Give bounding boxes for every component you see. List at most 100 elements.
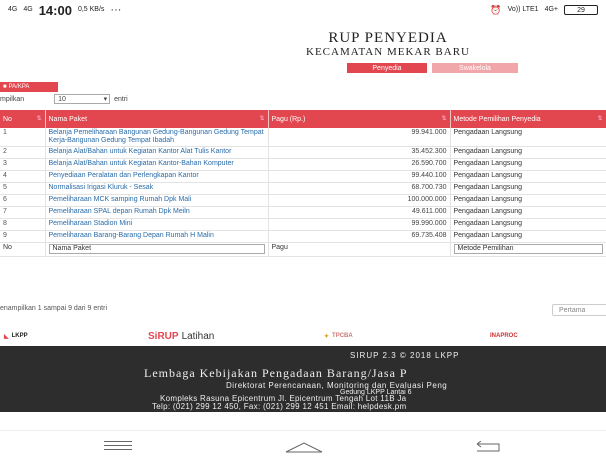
battery-level: 29 (577, 6, 585, 14)
footer-no: No (0, 242, 46, 257)
sort-icon: ⇅ (259, 116, 265, 122)
row-metode: Pengadaan Langsung (450, 158, 606, 171)
row-pagu: 68.700.730 (268, 182, 451, 195)
header-pagu[interactable]: Pagu (Rp.) ⇅ (268, 110, 451, 128)
row-no: 6 (0, 194, 46, 207)
status-bar: 4G 4G 14:00 0,5 KB/s ··· ⏰ Vo)) LTE1 4G+… (0, 0, 606, 20)
footer-pagu: Pagu (268, 242, 451, 257)
tab-swakelola[interactable]: Swakelola (432, 63, 518, 73)
row-paket-link[interactable]: Penyediaan Peralatan dan Perlengkapan Ka… (45, 170, 269, 183)
row-paket-link[interactable]: Belanja Pemeliharaan Bangunan Gedung-Ban… (45, 128, 269, 147)
row-pagu: 69.735.408 (268, 230, 451, 243)
row-paket-link[interactable]: Belanja Alat/Bahan untuk Kegiatan Kantor… (45, 158, 269, 171)
notification-dots: ··· (110, 4, 122, 16)
footer-directorate: Direktorat Perencanaan, Monitoring dan E… (226, 381, 448, 390)
header-metode[interactable]: Metode Pemilihan Penyedia ⇅ (450, 110, 606, 128)
table-header-row: No ⇅ Nama Paket ⇅ Pagu (Rp.) ⇅ Metode Pemil… (0, 110, 606, 128)
inaproc-logo[interactable]: INAPROC (490, 333, 518, 339)
row-no: 3 (0, 158, 46, 171)
sort-icon: ⇅ (441, 116, 447, 122)
row-pagu: 35.452.300 (268, 146, 451, 159)
table-row[interactable]: 9 Pemeliharaan Barang-Barang Depan Rumah … (0, 230, 606, 243)
row-pagu: 99.941.000 (268, 128, 451, 147)
lkpp-emblem-icon: ◣ (4, 333, 9, 340)
row-pagu: 49.611.000 (268, 206, 451, 219)
clock: 14:00 (38, 2, 72, 18)
row-metode: Pengadaan Langsung (450, 206, 606, 219)
row-no: 9 (0, 230, 46, 243)
length-control: mpilkan 10 ▾ entri (0, 93, 128, 105)
tpcba-logo[interactable]: ✦ TPCBA (324, 333, 353, 340)
android-nav-bar (0, 430, 606, 460)
table-row[interactable]: 4 Penyediaan Peralatan dan Perlengkapan K… (0, 170, 606, 183)
row-metode: Pengadaan Langsung (450, 230, 606, 243)
site-footer: SIRUP 2.3 © 2018 LKPP Lembaga Kebijakan … (0, 346, 606, 412)
table-footer-row: No Nama Paket Pagu Metode Pemilihan (0, 242, 606, 257)
row-metode: Pengadaan Langsung (450, 170, 606, 183)
table-body: 1 Belanja Pemeliharaan Bangunan Gedung-Ba… (0, 128, 606, 243)
footer-org: Lembaga Kebijakan Pengadaan Barang/Jasa … (144, 366, 408, 380)
pakpa-button[interactable]: ■ PA/KPA (0, 82, 58, 92)
table-row[interactable]: 3 Belanja Alat/Bahan untuk Kegiatan Kanto… (0, 158, 606, 171)
row-pagu: 26.590.700 (268, 158, 451, 171)
row-no: 8 (0, 218, 46, 231)
signal-indicator: 4G+ (544, 6, 558, 13)
length-prefix: mpilkan (0, 95, 25, 103)
header-no[interactable]: No ⇅ (0, 110, 46, 128)
row-paket-link[interactable]: Pemeliharaan MCK samping Rumah Dpk Mali (45, 194, 269, 207)
battery-icon: 29 (564, 5, 598, 15)
length-suffix: entri (114, 95, 128, 103)
lkpp-logo[interactable]: ◣ LKPP (4, 333, 28, 340)
length-select[interactable]: 10 ▾ (54, 94, 111, 104)
row-metode: Pengadaan Langsung (450, 218, 606, 231)
carrier-1: 4G (8, 6, 18, 13)
table-row[interactable]: 6 Pemeliharaan MCK samping Rumah Dpk Mali… (0, 194, 606, 207)
rup-table: No ⇅ Nama Paket ⇅ Pagu (Rp.) ⇅ Metode Pemil… (0, 110, 606, 257)
volte-indicator: Vo)) LTE1 (507, 6, 539, 13)
menu-icon[interactable] (104, 441, 132, 453)
row-no: 2 (0, 146, 46, 159)
net-speed: 0,5 KB/s (77, 6, 105, 13)
row-metode: Pengadaan Langsung (450, 128, 606, 147)
row-pagu: 100.000.000 (268, 194, 451, 207)
row-paket-link[interactable]: Pemeliharaan Stadion Mini (45, 218, 269, 231)
row-no: 7 (0, 206, 46, 219)
page-subtitle: KECAMATAN MEKAR BARU (306, 46, 470, 58)
length-value: 10 (58, 95, 66, 103)
footer-version: SIRUP 2.3 © 2018 LKPP (350, 351, 460, 360)
table-row[interactable]: 1 Belanja Pemeliharaan Bangunan Gedung-Ba… (0, 128, 606, 147)
home-icon[interactable] (284, 441, 324, 453)
chevron-down-icon: ▾ (103, 96, 108, 103)
filter-paket-input[interactable]: Nama Paket (48, 244, 265, 254)
row-paket-link[interactable]: Pemeliharaan Barang-Barang Depan Rumah H… (45, 230, 269, 243)
row-paket-link[interactable]: Belanja Alat/Bahan untuk Kegiatan Kantor… (45, 146, 269, 159)
pager-first-button[interactable]: Pertama (552, 304, 606, 316)
table-row[interactable]: 7 Pemeliharaan SPAL depan Rumah Dpk Meiln… (0, 206, 606, 219)
sort-icon: ⇅ (36, 116, 42, 122)
alarm-icon: ⏰ (490, 4, 502, 15)
carrier-2: 4G (23, 6, 33, 13)
page-title: RUP PENYEDIA (328, 30, 448, 46)
tab-penyedia[interactable]: Penyedia (347, 63, 427, 73)
row-paket-link[interactable]: Normalisasi Irigasi Kluruk - Sesak (45, 182, 269, 195)
row-no: 4 (0, 170, 46, 183)
table-info: enampilkan 1 sampai 9 dari 9 entri (0, 305, 108, 312)
header-paket[interactable]: Nama Paket ⇅ (45, 110, 269, 128)
row-metode: Pengadaan Langsung (450, 194, 606, 207)
back-icon[interactable] (474, 441, 502, 453)
filter-metode-input[interactable]: Metode Pemilihan (453, 244, 603, 254)
pakpa-label: PA/KPA (8, 84, 30, 90)
row-pagu: 99.990.000 (268, 218, 451, 231)
footer-contact: Telp: (021) 299 12 450, Fax: (021) 299 1… (152, 402, 407, 411)
table-row[interactable]: 2 Belanja Alat/Bahan untuk Kegiatan Kanto… (0, 146, 606, 159)
row-metode: Pengadaan Langsung (450, 182, 606, 195)
tpcba-emblem-icon: ✦ (324, 333, 330, 340)
table-row[interactable]: 5 Normalisasi Irigasi Kluruk - Sesak 68.70… (0, 182, 606, 195)
row-no: 1 (0, 128, 46, 147)
table-row[interactable]: 8 Pemeliharaan Stadion Mini 99.990.000 Peng… (0, 218, 606, 231)
row-paket-link[interactable]: Pemeliharaan SPAL depan Rumah Dpk Meiln (45, 206, 269, 219)
sort-icon: ⇅ (597, 116, 603, 122)
sirup-logo[interactable]: SiRUP Latihan (148, 331, 214, 342)
row-no: 5 (0, 182, 46, 195)
row-pagu: 99.440.100 (268, 170, 451, 183)
